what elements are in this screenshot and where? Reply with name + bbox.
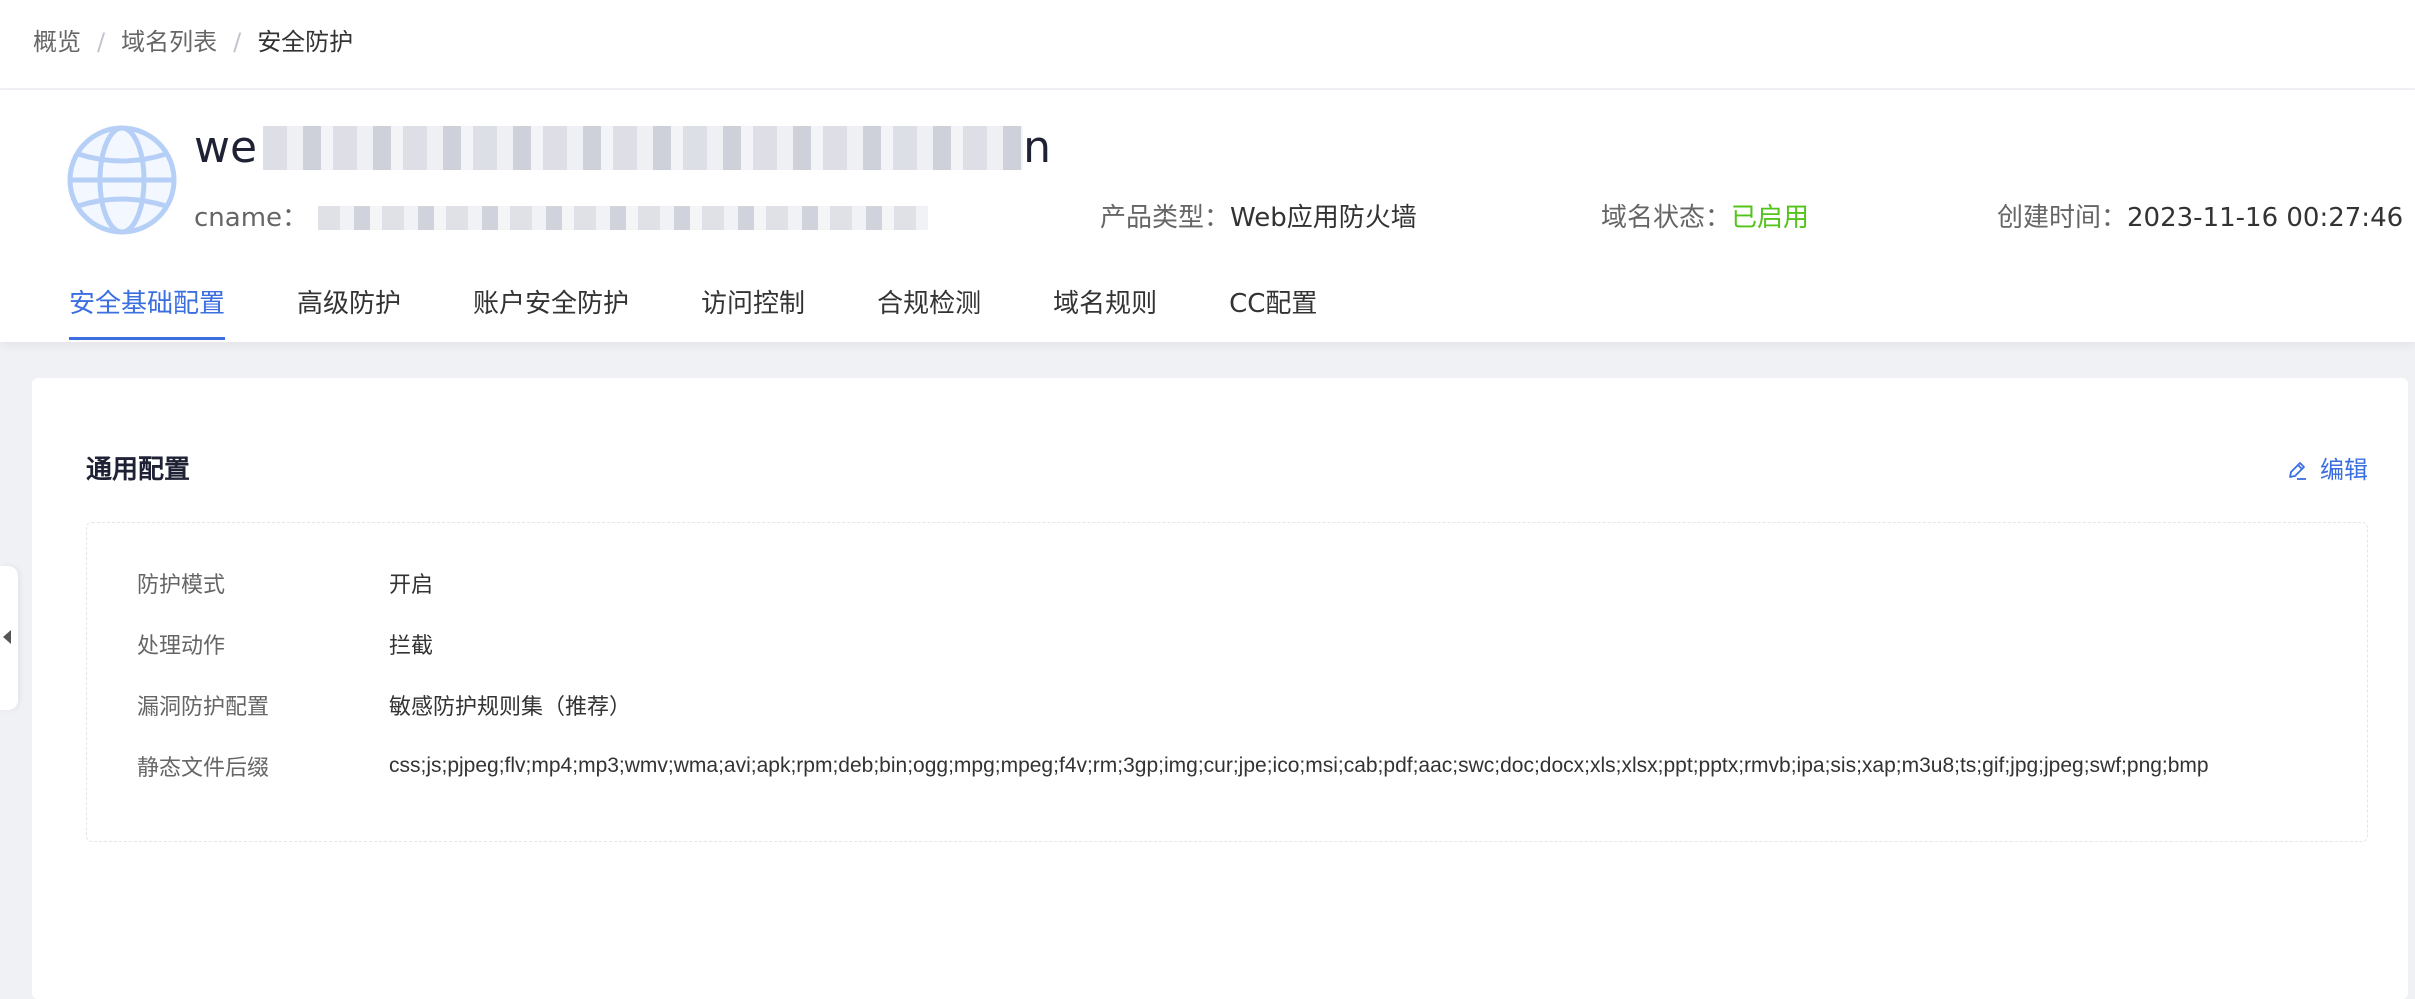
product-type-row: 产品类型： Web应用防火墙 bbox=[1100, 196, 1417, 240]
sidebar-collapse-handle[interactable] bbox=[0, 566, 18, 710]
domain-name: we n bbox=[194, 118, 1051, 178]
config-box: 防护模式 开启 处理动作 拦截 漏洞防护配置 敏感防护规则集（推荐） 静态文件后… bbox=[86, 522, 2368, 842]
breadcrumb-bar: 概览 / 域名列表 / 安全防护 bbox=[0, 0, 2415, 88]
config-label: 防护模式 bbox=[137, 573, 226, 598]
breadcrumb: 概览 / 域名列表 / 安全防护 bbox=[33, 24, 353, 60]
product-type-label: 产品类型： bbox=[1100, 203, 1231, 233]
tab-access-control[interactable]: 访问控制 bbox=[701, 276, 805, 338]
created-time-value: 2023-11-16 00:27:46 bbox=[2127, 203, 2404, 233]
tab-basic-security[interactable]: 安全基础配置 bbox=[69, 276, 226, 340]
breadcrumb-security: 安全防护 bbox=[257, 28, 354, 56]
tab-compliance-check[interactable]: 合规检测 bbox=[877, 276, 981, 338]
config-row-action: 处理动作 拦截 bbox=[137, 624, 433, 664]
config-row-static-suffix: 静态文件后缀 css;js;pjpeg;flv;mp4;mp3;wmv;wma;… bbox=[137, 746, 2209, 786]
product-type-value: Web应用防火墙 bbox=[1230, 203, 1417, 233]
config-label: 处理动作 bbox=[137, 634, 226, 659]
page: 概览 / 域名列表 / 安全防护 we n cname： 产品类型： Web应用… bbox=[0, 0, 2415, 999]
tab-cc-config[interactable]: CC配置 bbox=[1229, 276, 1317, 338]
globe-icon bbox=[67, 125, 177, 235]
domain-status-badge: 已启用 bbox=[1731, 203, 1810, 233]
config-label: 漏洞防护配置 bbox=[137, 695, 270, 720]
breadcrumb-domain-list[interactable]: 域名列表 bbox=[121, 24, 217, 60]
breadcrumb-separator: / bbox=[97, 28, 106, 56]
edit-label: 编辑 bbox=[2320, 456, 2368, 484]
config-row-protection-mode: 防护模式 开启 bbox=[137, 563, 433, 603]
content-panel: 通用配置 编辑 防护模式 开启 处理动作 拦截 漏洞防护配置 敏感防护规则集（推… bbox=[32, 378, 2408, 999]
chevron-left-icon bbox=[3, 630, 11, 644]
created-time-row: 创建时间： 2023-11-16 00:27:46 bbox=[1997, 196, 2403, 240]
domain-status-row: 域名状态： 已启用 bbox=[1601, 196, 1809, 240]
section-title: 通用配置 bbox=[86, 455, 191, 485]
created-time-label: 创建时间： bbox=[1997, 203, 2128, 233]
config-value: 拦截 bbox=[389, 634, 434, 659]
domain-name-redaction bbox=[263, 126, 1024, 170]
breadcrumb-separator: / bbox=[233, 28, 242, 56]
tab-domain-rules[interactable]: 域名规则 bbox=[1053, 276, 1157, 338]
domain-name-prefix: we bbox=[194, 122, 258, 173]
breadcrumb-overview[interactable]: 概览 bbox=[33, 24, 81, 60]
config-value: css;js;pjpeg;flv;mp4;mp3;wmv;wma;avi;apk… bbox=[389, 754, 2209, 777]
config-label: 静态文件后缀 bbox=[137, 756, 270, 781]
domain-header-card: we n cname： 产品类型： Web应用防火墙 域名状态： 已启用 创建时… bbox=[0, 90, 2415, 342]
config-value: 敏感防护规则集（推荐） bbox=[389, 695, 632, 720]
config-value: 开启 bbox=[389, 573, 434, 598]
cname-label: cname： bbox=[194, 203, 309, 233]
domain-name-suffix: n bbox=[1023, 122, 1051, 173]
cname-row: cname： bbox=[194, 196, 929, 240]
edit-button[interactable]: 编辑 bbox=[2286, 450, 2368, 490]
cname-redaction bbox=[318, 206, 929, 230]
domain-status-label: 域名状态： bbox=[1601, 203, 1732, 233]
config-row-vuln-protection: 漏洞防护配置 敏感防护规则集（推荐） bbox=[137, 685, 631, 725]
tab-advanced-protection[interactable]: 高级防护 bbox=[297, 276, 401, 338]
pencil-icon bbox=[2289, 462, 2306, 480]
tab-account-security[interactable]: 账户安全防护 bbox=[473, 276, 629, 338]
tab-bar: 安全基础配置 高级防护 账户安全防护 访问控制 合规检测 域名规则 CC配置 bbox=[69, 276, 1389, 340]
